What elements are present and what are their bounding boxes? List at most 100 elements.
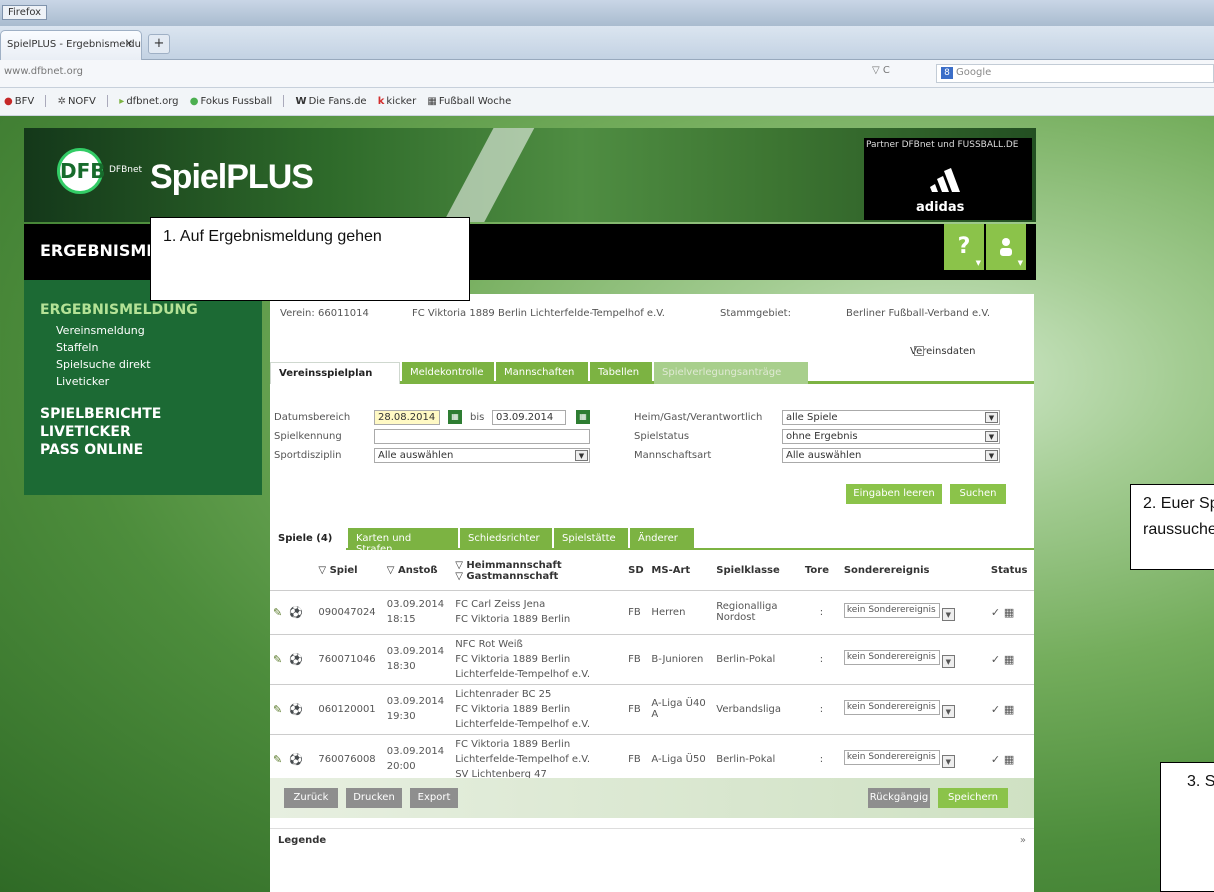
tab-meldekontrolle[interactable]: Meldekontrolle xyxy=(402,362,494,384)
status-icon[interactable]: ✓ ▦ xyxy=(987,590,1034,635)
sonderereignis-select[interactable]: kein Sonderereignis xyxy=(843,699,940,715)
browser-tab[interactable]: SpielPLUS - Ergebnismeldung × xyxy=(0,30,142,60)
user-menu-button[interactable]: ▼ xyxy=(986,224,1026,270)
undo-button[interactable]: Rückgängig xyxy=(868,788,930,808)
export-button[interactable]: Export xyxy=(410,788,458,808)
col-mannschaften[interactable]: ▽ Heimmannschaft ▽ Gastmannschaft xyxy=(452,552,626,591)
edit-icon[interactable]: ✎ xyxy=(273,753,285,766)
sonderereignis-select[interactable]: kein Sonderereignis xyxy=(843,649,940,665)
col-status: Status xyxy=(987,552,1034,591)
callout-step-3: 3. Sp xyxy=(1160,762,1214,892)
bookmark-nofv[interactable]: ✲ NOFV xyxy=(58,96,96,107)
chevron-down-icon[interactable]: ▼ xyxy=(941,608,955,622)
col-heim[interactable]: ▽ Heimmannschaft xyxy=(455,560,622,571)
tab-karten-strafen[interactable]: Karten und Strafen xyxy=(348,528,458,555)
details-icon[interactable]: ⚽ xyxy=(289,753,303,766)
sidebar-item-spielsuche[interactable]: Spielsuche direkt xyxy=(40,356,246,373)
edit-icon[interactable]: ✎ xyxy=(273,606,285,619)
table-header-row: ▽ Spiel ▽ Anstoß ▽ Heimmannschaft ▽ Gastm… xyxy=(270,552,1034,591)
fokus-icon: ● xyxy=(189,96,199,107)
back-button[interactable]: Zurück xyxy=(284,788,338,808)
tab-spielstaette[interactable]: Spielstätte xyxy=(554,528,628,550)
search-button[interactable]: Suchen xyxy=(950,484,1006,504)
chevron-down-icon: ▼ xyxy=(985,412,998,423)
sonderereignis-select[interactable]: kein Sonderereignis xyxy=(843,602,940,618)
tab-schiedsrichter[interactable]: Schiedsrichter xyxy=(460,528,552,550)
search-engine-icon[interactable]: 8 xyxy=(941,67,953,79)
bookmark-fokus-fussball[interactable]: ● Fokus Fussball xyxy=(190,96,272,107)
search-input[interactable]: 8 Google xyxy=(936,64,1214,83)
browser-titlebar: Firefox xyxy=(0,0,1214,26)
chevron-down-icon[interactable]: ▼ xyxy=(941,705,955,719)
cell-tore[interactable]: : xyxy=(801,684,841,735)
tab-mannschaften[interactable]: Mannschaften xyxy=(496,362,588,384)
sidebar-item-liveticker[interactable]: Liveticker xyxy=(40,373,246,390)
date-to-label: bis xyxy=(470,412,485,423)
sidebar-link-pass-online[interactable]: PASS ONLINE xyxy=(40,442,246,458)
spielstatus-select[interactable]: ohne Ergebnis ▼ xyxy=(782,429,1000,444)
reset-button[interactable]: Eingaben leeren xyxy=(846,484,942,504)
sonderereignis-select[interactable]: kein Sonderereignis xyxy=(843,749,940,765)
browser-tabbar: SpielPLUS - Ergebnismeldung × + xyxy=(0,26,1214,60)
status-icon[interactable]: ✓ ▦ xyxy=(987,734,1034,785)
calendar-icon[interactable]: ▦ xyxy=(576,410,590,424)
save-button[interactable]: Speichern xyxy=(938,788,1008,808)
expand-icon[interactable]: » xyxy=(1020,835,1026,846)
date-to-field[interactable]: 03.09.2014 xyxy=(492,410,566,425)
cell-tore[interactable]: : xyxy=(801,634,841,685)
details-icon[interactable]: ⚽ xyxy=(289,606,303,619)
chevron-down-icon[interactable]: ▼ xyxy=(941,655,955,669)
sidebar-item-vereinsmeldung[interactable]: Vereinsmeldung xyxy=(40,322,246,339)
legend-section[interactable]: Legende » xyxy=(270,828,1034,852)
chevron-down-icon: ▼ xyxy=(1017,259,1023,267)
bookmark-die-fans[interactable]: W Die Fans.de xyxy=(296,96,367,107)
cell-spielklasse: Berlin-Pokal xyxy=(713,734,802,785)
row-actions: ✎ ⚽ xyxy=(270,734,316,785)
info-icon xyxy=(914,346,924,356)
status-icon[interactable]: ✓ ▦ xyxy=(987,684,1034,735)
date-from-field[interactable]: 28.08.2014 xyxy=(374,410,440,425)
cell-spielklasse: Regionalliga Nordost xyxy=(713,590,802,635)
mannschaftsart-select[interactable]: Alle auswählen ▼ xyxy=(782,448,1000,463)
details-icon[interactable]: ⚽ xyxy=(289,703,303,716)
tab-tabellen[interactable]: Tabellen xyxy=(590,362,652,384)
sidebar-head-ergebnismeldung[interactable]: ERGEBNISMELDUNG xyxy=(40,302,246,318)
chevron-down-icon[interactable]: ▼ xyxy=(941,755,955,769)
col-anstoss[interactable]: ▽ Anstoß xyxy=(383,552,453,591)
col-gast[interactable]: ▽ Gastmannschaft xyxy=(455,571,622,582)
sidebar-link-spielberichte[interactable]: SPIELBERICHTE xyxy=(40,406,246,422)
tab-spiele[interactable]: Spiele (4) xyxy=(270,528,346,550)
reload-icon[interactable]: ▽ C xyxy=(872,65,890,76)
bookmark-bfv[interactable]: ● BFV xyxy=(4,96,34,107)
col-spiel[interactable]: ▽ Spiel xyxy=(315,552,384,591)
anstoss-time: 18:15 xyxy=(386,614,416,625)
heimgast-select[interactable]: alle Spiele ▼ xyxy=(782,410,1000,425)
tab-aenderer[interactable]: Änderer xyxy=(630,528,694,550)
help-button[interactable]: ? ▼ xyxy=(944,224,984,270)
print-button[interactable]: Drucken xyxy=(346,788,402,808)
nofv-icon: ✲ xyxy=(57,96,66,107)
tab-spielverlegungsantraege[interactable]: Spielverlegungsanträge xyxy=(654,362,808,384)
status-icon[interactable]: ✓ ▦ xyxy=(987,634,1034,685)
url-field[interactable]: www.dfbnet.org xyxy=(4,66,83,77)
details-icon[interactable]: ⚽ xyxy=(289,653,303,666)
firefox-menu-button[interactable]: Firefox xyxy=(2,5,48,20)
edit-icon[interactable]: ✎ xyxy=(273,703,285,716)
sidebar-link-liveticker[interactable]: LIVETICKER xyxy=(40,424,246,440)
cell-tore[interactable]: : xyxy=(801,590,841,635)
tab-close-icon[interactable]: × xyxy=(125,38,133,49)
dfb-logo[interactable]: DFB xyxy=(57,148,106,194)
tab-vereinsspielplan[interactable]: Vereinsspielplan xyxy=(270,362,400,384)
dfbnet-label: DFBnet xyxy=(109,165,143,175)
calendar-icon[interactable]: ▦ xyxy=(448,410,462,424)
kicker-icon: k xyxy=(377,96,385,107)
edit-icon[interactable]: ✎ xyxy=(273,653,285,666)
sidebar-item-staffeln[interactable]: Staffeln xyxy=(40,339,246,356)
new-tab-button[interactable]: + xyxy=(148,34,170,54)
bookmark-dfbnet[interactable]: ▸ dfbnet.org xyxy=(119,96,178,107)
sportdisziplin-select[interactable]: Alle auswählen ▼ xyxy=(374,448,590,463)
bookmark-fussball-woche[interactable]: ▦ Fußball Woche xyxy=(427,96,511,107)
cell-tore[interactable]: : xyxy=(801,734,841,785)
bookmark-kicker[interactable]: k kicker xyxy=(378,96,416,107)
spielkennung-field[interactable] xyxy=(374,429,590,444)
